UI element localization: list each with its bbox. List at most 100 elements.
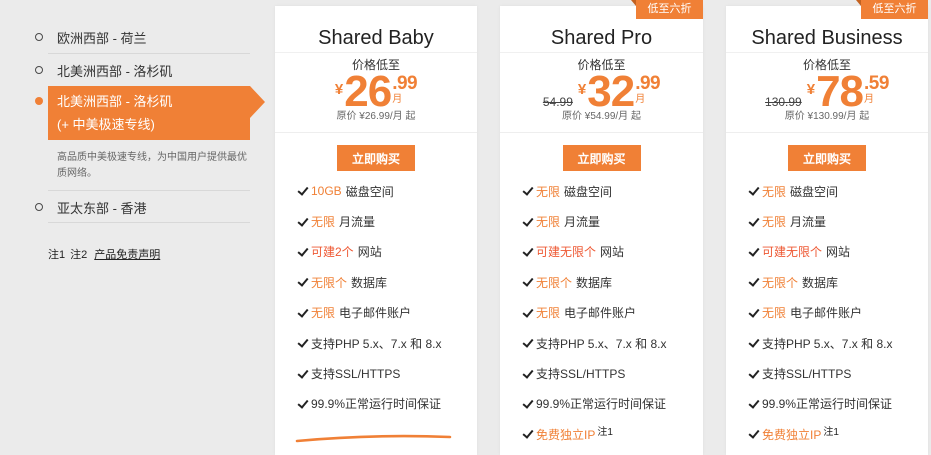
feature-list: 无限 磁盘空间 无限 月流量 可建无限个 网站 无限个 数据库 无限 电子邮件账户 支持PHP 5.… [726, 176, 928, 450]
feature-text: 数据库 [576, 275, 613, 290]
buy-now-button[interactable]: 立即购买 [337, 145, 415, 171]
feature-text: 磁盘空间 [345, 184, 394, 199]
feature-highlight: 无限 [536, 306, 561, 321]
price-unit: 月 [864, 94, 875, 105]
original-price-strikethrough: 130.99 [765, 95, 802, 109]
feature-item: 支持SSL/HTTPS [500, 358, 703, 388]
check-icon [297, 184, 311, 198]
footnote-link[interactable]: 注1 [823, 423, 839, 438]
footnote-link[interactable]: 注1 [597, 423, 613, 438]
currency-symbol: ¥ [577, 80, 587, 98]
feature-highlight: 无限 [762, 306, 787, 321]
price-unit: 月 [635, 94, 646, 105]
feature-highlight: 无限 [762, 184, 787, 199]
region-label: 北美洲西部 - 洛杉矶 [57, 94, 173, 109]
feature-item: 可建无限个 网站 [500, 237, 703, 267]
feature-highlight: 可建无限个 [536, 245, 597, 260]
plan-card-shared-pro: 低至六折 Shared Pro 价格低至 54.99 ¥32.99 月原价 ¥54.99/… [500, 0, 703, 455]
buy-now-button[interactable]: 立即购买 [788, 145, 866, 171]
region-sublabel: (+ 中美极速专线) [57, 117, 155, 132]
region-label: 欧洲西部 - 荷兰 [57, 30, 147, 46]
original-price-note: 原价 ¥54.99/月 起 [562, 111, 641, 122]
check-icon [748, 306, 762, 320]
check-icon [297, 245, 311, 259]
check-icon [297, 215, 311, 229]
price-unit: 月 [392, 94, 403, 105]
check-icon [522, 336, 536, 350]
feature-highlight: 无限 [536, 184, 561, 199]
check-icon [522, 367, 536, 381]
feature-text: 99.9%正常运行时间保证 [536, 397, 667, 412]
feature-list: 10GB 磁盘空间 无限 月流量 可建2个 网站 无限个 数据库 无限 电子邮件账户 支持PHP 5… [275, 176, 477, 419]
note-2-link[interactable]: 注2 [70, 248, 87, 262]
feature-item: 可建2个 网站 [275, 237, 477, 267]
currency-symbol: ¥ [334, 80, 344, 98]
region-label: 北美洲西部 - 洛杉矶 [57, 63, 173, 79]
region-description: 高品质中美极速专线，为中国用户提供最优质网络。 [57, 152, 247, 179]
feature-item: 无限 电子邮件账户 [726, 298, 928, 328]
buy-now-button[interactable]: 立即购买 [562, 145, 641, 171]
check-icon [748, 275, 762, 289]
price-integer: 26 [344, 67, 392, 116]
feature-text: 99.9%正常运行时间保证 [311, 397, 442, 412]
feature-text: 支持SSL/HTTPS [536, 367, 626, 382]
feature-item: 无限 电子邮件账户 [500, 298, 703, 328]
divider [726, 132, 928, 133]
feature-text: 支持SSL/HTTPS [311, 367, 401, 382]
feature-item: 无限个 数据库 [500, 267, 703, 297]
region-option-us-west-cn2-selected[interactable]: 北美洲西部 - 洛杉矶 (+ 中美极速专线) [48, 86, 265, 140]
divider [726, 52, 928, 53]
feature-item: 无限 月流量 [726, 206, 928, 236]
feature-text: 电子邮件账户 [564, 306, 637, 321]
check-icon [522, 306, 536, 320]
divider [500, 52, 703, 53]
plan-title: Shared Pro [550, 27, 653, 49]
feature-item: 无限 磁盘空间 [726, 176, 928, 206]
region-option-asia-east[interactable]: 亚太东部 - 香港 [35, 197, 147, 217]
check-icon [748, 367, 762, 381]
check-icon [748, 427, 762, 441]
feature-text: 支持PHP 5.x、7.x 和 8.x [536, 336, 667, 351]
price-fraction: .99 月 [392, 74, 417, 106]
check-icon [748, 245, 762, 259]
check-icon [522, 397, 536, 411]
feature-highlight: 无限 [311, 215, 336, 230]
feature-highlight: 可建无限个 [762, 245, 823, 260]
check-icon [522, 275, 536, 289]
feature-item: 99.9%正常运行时间保证 [500, 389, 703, 419]
check-icon [522, 245, 536, 259]
divider [275, 132, 477, 133]
feature-item: 无限 磁盘空间 [500, 176, 703, 206]
feature-list: 无限 磁盘空间 无限 月流量 可建无限个 网站 无限个 数据库 无限 电子邮件账户 支持PHP 5.… [500, 176, 703, 450]
region-option-europe-west[interactable]: 欧洲西部 - 荷兰 [35, 27, 147, 47]
feature-item: 10GB 磁盘空间 [275, 176, 477, 206]
feature-item: 支持SSL/HTTPS [726, 358, 928, 388]
feature-item: 支持PHP 5.x、7.x 和 8.x [500, 328, 703, 358]
currency-symbol: ¥ [806, 80, 816, 98]
feature-item: 无限 月流量 [500, 206, 703, 236]
disclaimer-link[interactable]: 产品免责声明 [94, 248, 160, 262]
feature-text: 月流量 [564, 215, 601, 230]
feature-text: 月流量 [339, 215, 376, 230]
feature-highlight: 无限 [762, 215, 787, 230]
check-icon [297, 275, 311, 289]
check-icon [522, 215, 536, 229]
original-price-note: 原价 ¥26.99/月 起 [336, 111, 416, 122]
region-option-us-west[interactable]: 北美洲西部 - 洛杉矶 [35, 60, 173, 80]
note-1-link[interactable]: 注1 [48, 248, 65, 262]
feature-text: 网站 [357, 245, 382, 260]
feature-text: 支持SSL/HTTPS [762, 367, 852, 382]
plan-card-shared-baby: Shared Baby 价格低至 ¥26.99 月原价 ¥26.99/月 起立即购买 1… [275, 6, 477, 455]
divider [275, 52, 477, 53]
plan-title: Shared Business [751, 27, 903, 49]
feature-item: 支持PHP 5.x、7.x 和 8.x [275, 328, 477, 358]
feature-text: 月流量 [790, 215, 827, 230]
check-icon [522, 427, 536, 441]
check-icon [297, 306, 311, 320]
feature-text: 电子邮件账户 [790, 306, 863, 321]
discount-ribbon: 低至六折 [856, 0, 928, 19]
feature-text: 电子邮件账户 [339, 306, 412, 321]
feature-text: 支持PHP 5.x、7.x 和 8.x [762, 336, 893, 351]
feature-text: 网站 [600, 245, 625, 260]
price: ¥26.99 月 [275, 67, 477, 116]
